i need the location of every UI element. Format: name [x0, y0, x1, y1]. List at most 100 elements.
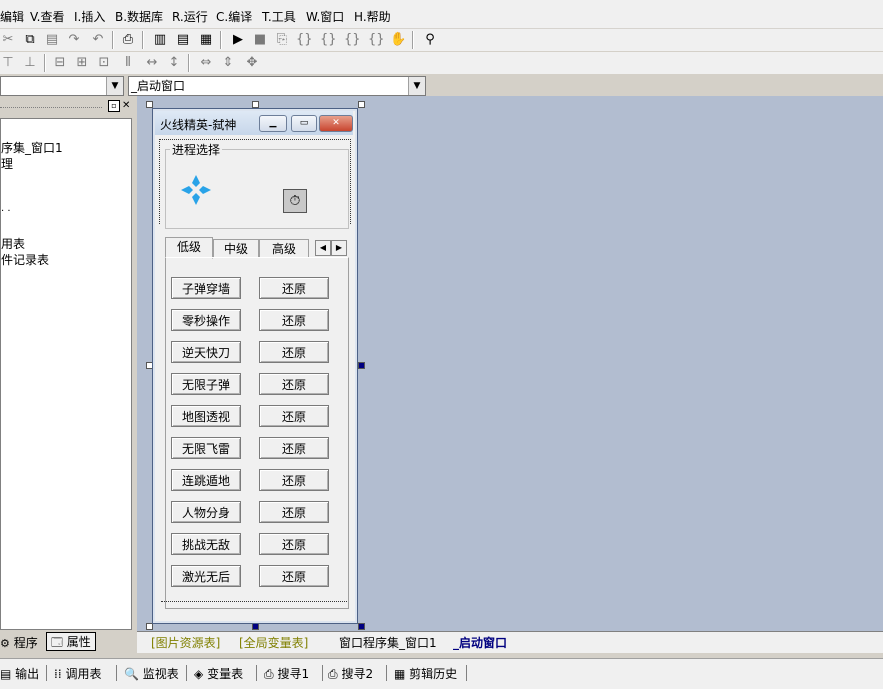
variable-icon: ◈ — [194, 667, 204, 681]
stop-icon[interactable]: ■ — [252, 32, 268, 48]
run-icon[interactable]: ▶ — [230, 32, 246, 48]
cut-icon[interactable]: ✂ — [0, 32, 16, 48]
find-icon: ⎙ — [328, 667, 338, 681]
toolbar-standard: ✂ ⧉ ▤ ↷ ↶ ⎙ ▥ ▤ ▦ ▶ ■ ⎘ {} {} {} {} ✋ ⚲ — [0, 29, 883, 51]
action-button[interactable]: 无限子弹 — [171, 373, 241, 395]
restore-button[interactable]: 还原 — [259, 277, 329, 299]
action-button[interactable]: 无限飞雷 — [171, 437, 241, 459]
space-v-icon[interactable]: ↕ — [166, 55, 182, 71]
restore-button[interactable]: 还原 — [259, 373, 329, 395]
tree-item[interactable]: 件记录表 — [1, 251, 49, 268]
menu-edit[interactable]: 编辑 — [0, 8, 24, 25]
window-combo[interactable]: _启动窗口 ▼ — [128, 76, 426, 96]
same-size-icon[interactable]: ✥ — [244, 55, 260, 71]
variable-table-tab[interactable]: ◈ 变量表 — [194, 665, 243, 682]
menu-tools[interactable]: T.工具 — [262, 8, 296, 25]
tab-image-resources[interactable]: [图片资源表] — [151, 634, 220, 651]
restore-button[interactable]: 还原 — [259, 437, 329, 459]
form-title-bar: 火线精英-弑神 ▁ ▭ ✕ — [155, 111, 353, 135]
menu-help[interactable]: H.帮助 — [354, 8, 391, 25]
align-top-icon[interactable]: ⊤ — [0, 55, 16, 71]
step-into-icon[interactable]: {} — [296, 32, 313, 48]
close-icon[interactable]: ✕ — [122, 100, 130, 111]
tab-mid[interactable]: 中级 — [213, 239, 259, 258]
menu-run[interactable]: R.运行 — [172, 8, 208, 25]
action-button[interactable]: 人物分身 — [171, 501, 241, 523]
step-over-icon[interactable]: {} — [320, 32, 337, 48]
form-window[interactable]: 火线精英-弑神 ▁ ▭ ✕ 进程选择 ⏱ 低级 中级 高级 ◀ ▶ 子弹穿墙 还… — [152, 108, 358, 624]
search2-tab[interactable]: ⎙ 搜寻2 — [328, 665, 373, 682]
tree-item[interactable]: 序集_窗口1 — [1, 139, 63, 156]
action-button[interactable]: 零秒操作 — [171, 309, 241, 331]
object-combo[interactable]: ▼ — [0, 76, 124, 96]
chevron-down-icon[interactable]: ▼ — [106, 77, 123, 95]
layout3-icon[interactable]: ▦ — [198, 32, 214, 48]
action-button[interactable]: 激光无后 — [171, 565, 241, 587]
redo-icon[interactable]: ↷ — [66, 32, 82, 48]
same-width-icon[interactable]: ⇔ — [198, 55, 214, 71]
restore-button[interactable]: 还原 — [259, 501, 329, 523]
restore-button[interactable]: 还原 — [259, 405, 329, 427]
call-table-tab[interactable]: ⁞⁞ 调用表 — [54, 665, 101, 682]
action-button[interactable]: 逆天快刀 — [171, 341, 241, 363]
space-h-icon[interactable]: ↔ — [144, 55, 160, 71]
menu-view[interactable]: V.查看 — [30, 8, 64, 25]
step-out-icon[interactable]: {} — [344, 32, 361, 48]
maximize-icon[interactable]: ▭ — [291, 115, 317, 132]
toolbar-align: ⊤ ⊥ ⊟ ⊞ ⊡ ⫴ ↔ ↕ ⇔ ⇕ ✥ — [0, 52, 883, 74]
distribute-h-icon[interactable]: ⫴ — [120, 55, 136, 71]
output-tab[interactable]: ▤ 输出 — [0, 665, 39, 682]
tree-item[interactable]: 理 — [1, 155, 13, 172]
close-icon[interactable]: ✕ — [319, 115, 353, 132]
menu-database[interactable]: B.数据库 — [115, 8, 163, 25]
chevron-left-icon[interactable]: ◀ — [315, 240, 331, 256]
project-tree[interactable]: 序集_窗口1 理 . . 用表 件记录表 — [0, 118, 132, 630]
align-mid-icon[interactable]: ⊡ — [96, 55, 112, 71]
restore-button[interactable]: 还原 — [259, 309, 329, 331]
tab-global-vars[interactable]: [全局变量表] — [239, 634, 308, 651]
action-button[interactable]: 地图透视 — [171, 405, 241, 427]
paste-icon[interactable]: ▤ — [44, 32, 60, 48]
binoculars-icon[interactable]: ⚲ — [422, 32, 438, 48]
find-icon[interactable]: ⎙ — [120, 32, 136, 48]
search1-tab[interactable]: ⎙ 搜寻1 — [264, 665, 309, 682]
menu-insert[interactable]: I.插入 — [74, 8, 105, 25]
tab-program[interactable]: ⚙ 程序 — [0, 634, 38, 651]
restore-button[interactable]: 还原 — [259, 533, 329, 555]
crosshair-icon[interactable] — [179, 173, 213, 207]
watch-table-tab[interactable]: 🔍 监视表 — [124, 665, 179, 682]
hand-icon[interactable]: ✋ — [390, 32, 406, 48]
same-height-icon[interactable]: ⇕ — [220, 55, 236, 71]
tab-low[interactable]: 低级 — [165, 237, 213, 259]
restore-button[interactable]: 还原 — [259, 341, 329, 363]
action-button[interactable]: 子弹穿墙 — [171, 277, 241, 299]
tree-item[interactable]: 用表 — [1, 235, 25, 252]
chevron-right-icon[interactable]: ▶ — [331, 240, 347, 256]
chevron-down-icon[interactable]: ▼ — [408, 77, 425, 95]
action-button[interactable]: 挑战无敌 — [171, 533, 241, 555]
undo-icon[interactable]: ↶ — [90, 32, 106, 48]
step-icon[interactable]: ⎘ — [274, 32, 290, 48]
restore-button[interactable]: 还原 — [259, 469, 329, 491]
run-to-cursor-icon[interactable]: {} — [368, 32, 385, 48]
tab-properties[interactable]: 🗔 属性 — [46, 632, 96, 651]
restore-icon[interactable]: ▫ — [108, 100, 120, 112]
center-v-icon[interactable]: ⊞ — [74, 55, 90, 71]
restore-button[interactable]: 还原 — [259, 565, 329, 587]
minimize-icon[interactable]: ▁ — [259, 115, 287, 132]
tab-window-assembly[interactable]: 窗口程序集_窗口1 — [339, 634, 437, 651]
clip-history-tab[interactable]: ▦ 剪辑历史 — [394, 665, 457, 682]
align-bottom-icon[interactable]: ⊥ — [22, 55, 38, 71]
program-icon: ⚙ — [0, 637, 10, 650]
tab-high[interactable]: 高级 — [259, 239, 309, 258]
layout2-icon[interactable]: ▤ — [175, 32, 191, 48]
menu-window[interactable]: W.窗口 — [306, 8, 344, 25]
tree-item[interactable]: . . — [1, 203, 11, 214]
center-h-icon[interactable]: ⊟ — [52, 55, 68, 71]
copy-icon[interactable]: ⧉ — [22, 32, 38, 48]
tab-startup-window[interactable]: _启动窗口 — [453, 634, 507, 651]
clipboard-icon: ▦ — [394, 667, 406, 681]
layout1-icon[interactable]: ▥ — [152, 32, 168, 48]
action-button[interactable]: 连跳遁地 — [171, 469, 241, 491]
menu-compile[interactable]: C.编译 — [216, 8, 252, 25]
